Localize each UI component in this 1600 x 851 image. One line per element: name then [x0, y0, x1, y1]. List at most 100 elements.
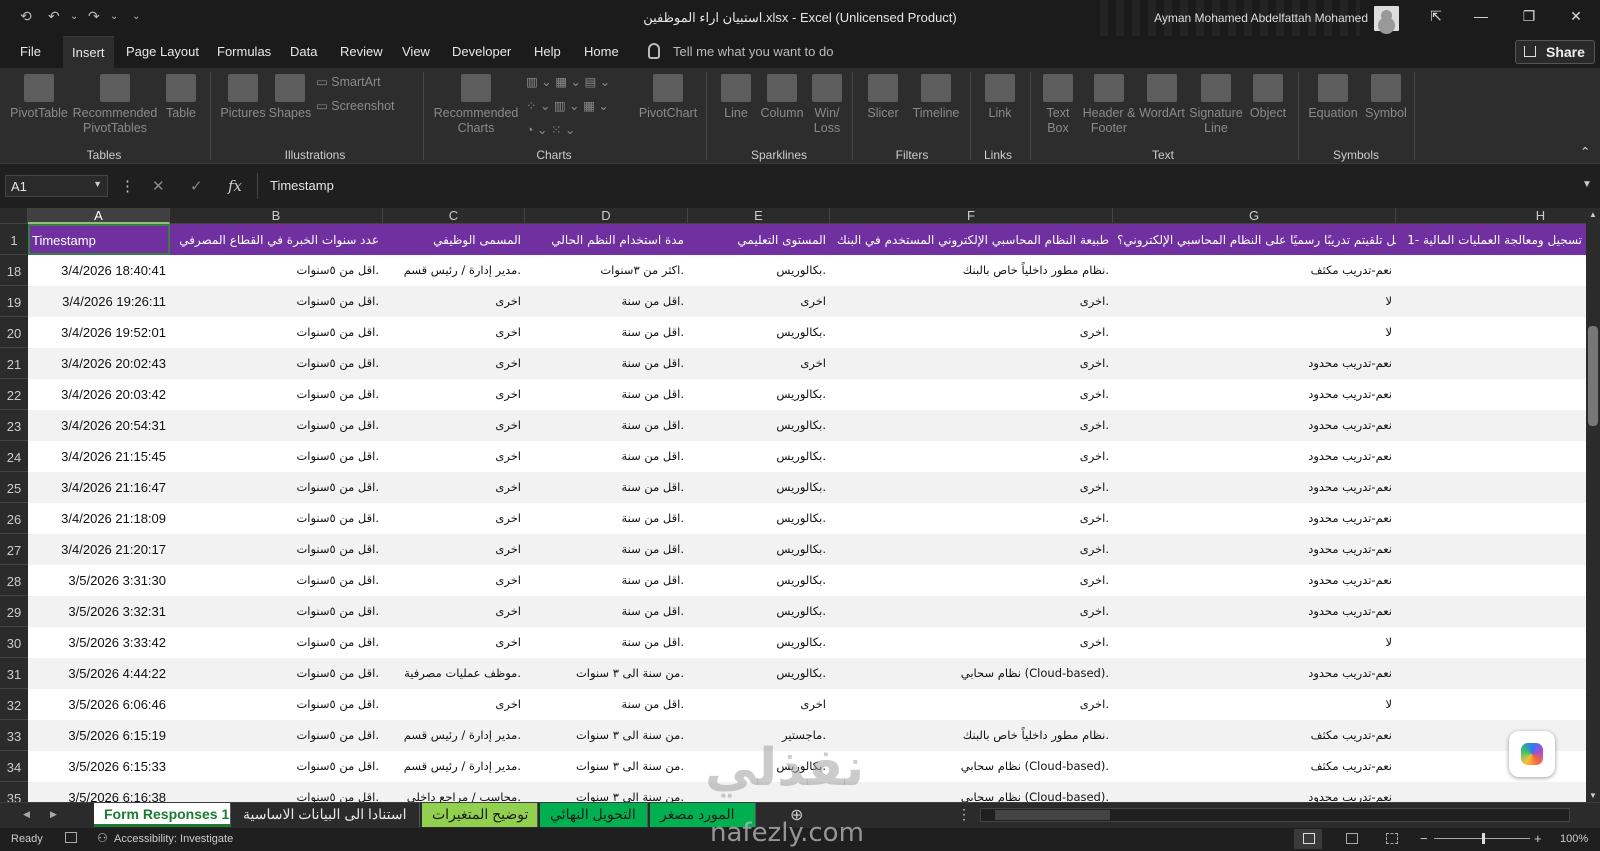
scroll-down-icon[interactable]: ▼	[1589, 791, 1597, 800]
table-cell[interactable]: اقل من سنة.	[525, 348, 688, 379]
column-header-f[interactable]: F	[830, 208, 1113, 224]
more-options-icon[interactable]: ⋮	[120, 177, 135, 195]
row-header[interactable]: 30	[0, 627, 28, 658]
table-row[interactable]: 3/5/2026 3:31:30 اقل من ٥سنوات. اخرى اقل من…	[28, 565, 1586, 596]
timestamp-cell[interactable]: 3/4/2026 19:52:01	[28, 317, 170, 348]
sparkline-line-button[interactable]: Line	[716, 74, 756, 121]
table-cell[interactable]: نعم-تدريب مكثف	[1113, 751, 1396, 782]
table-cell[interactable]: اقل من سنة.	[525, 472, 688, 503]
table-cell[interactable]: اخرى.	[830, 565, 1113, 596]
link-button[interactable]: Link	[978, 74, 1022, 121]
scroll-up-icon[interactable]: ▲	[1589, 210, 1597, 219]
row-header[interactable]: 22	[0, 379, 28, 410]
table-row[interactable]: 3/4/2026 20:02:43 اقل من ٥سنوات. اخرى اقل م…	[28, 348, 1586, 379]
timestamp-cell[interactable]: 3/4/2026 21:16:47	[28, 472, 170, 503]
macro-record-icon[interactable]	[65, 832, 77, 843]
table-cell[interactable]: مدير إدارة / رئيس قسم.	[383, 751, 525, 782]
table-cell[interactable]: اخرى	[383, 348, 525, 379]
timestamp-cell[interactable]: 3/5/2026 3:31:30	[28, 565, 170, 596]
table-cell[interactable]: اقل من ٥سنوات.	[170, 348, 383, 379]
ribbon-display-icon[interactable]: ⇱	[1426, 8, 1446, 25]
table-cell[interactable]: اخرى	[383, 503, 525, 534]
timestamp-cell[interactable]: 3/4/2026 20:02:43	[28, 348, 170, 379]
table-cell[interactable]: نظام سحابي (Cloud-based).	[830, 751, 1113, 782]
tab-page-layout[interactable]: Page Layout	[126, 44, 199, 59]
symbol-button[interactable]: Symbol	[1362, 74, 1410, 121]
next-sheet-icon[interactable]: ▶	[50, 809, 57, 820]
sheet-tab[interactable]: التحويل النهائي	[540, 803, 648, 827]
column-header-a[interactable]: A	[28, 208, 170, 224]
table-cell[interactable]: اقل من ٥سنوات.	[170, 565, 383, 596]
name-box-dropdown-icon[interactable]: ▼	[93, 179, 102, 189]
table-cell[interactable]: لا	[1113, 689, 1396, 720]
zoom-level[interactable]: 100%	[1560, 833, 1588, 845]
tab-developer[interactable]: Developer	[452, 44, 511, 59]
table-cell[interactable]: اقل من ٥سنوات.	[170, 410, 383, 441]
tab-file[interactable]: File	[20, 44, 41, 59]
row-header[interactable]: 27	[0, 534, 28, 565]
smartart-button[interactable]: ▭ SmartArt	[316, 74, 381, 89]
table-cell[interactable]: اخرى	[383, 596, 525, 627]
table-cell[interactable]: بكالوريس.	[688, 627, 830, 658]
copilot-icon[interactable]	[1509, 731, 1555, 777]
timestamp-cell[interactable]: 3/5/2026 4:44:22	[28, 658, 170, 689]
header-cell[interactable]: عدد سنوات الخبرة في القطاع المصرفي	[170, 224, 383, 255]
timestamp-cell[interactable]: 3/5/2026 3:33:42	[28, 627, 170, 658]
table-row[interactable]: 3/4/2026 20:03:42 اقل من ٥سنوات. اخرى اقل م…	[28, 379, 1586, 410]
table-cell[interactable]: موظف عمليات مصرفية.	[383, 658, 525, 689]
page-break-view-icon[interactable]	[1386, 833, 1398, 844]
table-cell[interactable]: اخرى	[383, 534, 525, 565]
header-cell[interactable]: هل تلقيتم تدريبًا رسميًا على النظام المح…	[1113, 224, 1396, 255]
tab-insert[interactable]: Insert	[63, 36, 114, 68]
sparkline-column-button[interactable]: Column	[758, 74, 806, 121]
row-header[interactable]: 26	[0, 503, 28, 534]
vertical-scrollbar[interactable]: ▲ ▼	[1586, 208, 1600, 802]
table-cell[interactable]: اقل من سنة.	[525, 565, 688, 596]
restore-icon[interactable]: ❐	[1519, 8, 1539, 25]
table-row[interactable]: 3/4/2026 18:40:41 اقل من ٥سنوات. مدير إدار…	[28, 255, 1586, 286]
zoom-slider-thumb[interactable]	[1482, 833, 1485, 844]
cancel-icon[interactable]: ✕	[152, 177, 165, 195]
table-row[interactable]: 3/5/2026 6:06:46 اقل من ٥سنوات. اخرى اقل من…	[28, 689, 1586, 720]
table-row[interactable]: 3/4/2026 21:20:17 اقل من ٥سنوات. اخرى اقل م…	[28, 534, 1586, 565]
table-cell[interactable]: اخرى.	[830, 534, 1113, 565]
timestamp-cell[interactable]: 3/4/2026 20:03:42	[28, 379, 170, 410]
table-cell[interactable]: اخرى	[383, 317, 525, 348]
column-header-c[interactable]: C	[383, 208, 525, 224]
table-cell[interactable]: مدير إدارة / رئيس قسم.	[383, 255, 525, 286]
scatter-chart-icon[interactable]: ⁘ ⌄ ▥ ⌄ ▦ ⌄	[526, 98, 609, 113]
table-cell[interactable]: لا	[1113, 317, 1396, 348]
tab-view[interactable]: View	[402, 44, 430, 59]
timestamp-cell[interactable]: 3/4/2026 20:54:31	[28, 410, 170, 441]
timestamp-cell[interactable]: 3/5/2026 6:15:19	[28, 720, 170, 751]
prev-sheet-icon[interactable]: ◀	[23, 809, 30, 820]
table-cell[interactable]: نعم-تدريب محدود	[1113, 379, 1396, 410]
timestamp-cell[interactable]: 3/5/2026 6:15:33	[28, 751, 170, 782]
table-cell[interactable]: اقل من سنة.	[525, 317, 688, 348]
table-cell[interactable]: اقل من ٥سنوات.	[170, 689, 383, 720]
table-row[interactable]: 3/5/2026 4:44:22 اقل من ٥سنوات. موظف عمليا…	[28, 658, 1586, 689]
status-accessibility[interactable]: Accessibility: Investigate	[114, 833, 233, 845]
row-header[interactable]: 19	[0, 286, 28, 317]
table-cell[interactable]: اقل من سنة.	[525, 286, 688, 317]
pivotchart-button[interactable]: PivotChart	[638, 74, 698, 121]
table-cell[interactable]: بكالوريس.	[688, 534, 830, 565]
pivottable-button[interactable]: PivotTable	[8, 74, 70, 121]
table-cell[interactable]: اقل من ٥سنوات.	[170, 720, 383, 751]
timestamp-cell[interactable]: 3/5/2026 6:06:46	[28, 689, 170, 720]
user-name[interactable]: Ayman Mohamed Abdelfattah Mohamed	[1154, 11, 1368, 25]
table-cell[interactable]: بكالوريس.	[688, 565, 830, 596]
table-cell[interactable]: نظام مطور داخلياً خاص بالبنك.	[830, 255, 1113, 286]
wordart-button[interactable]: WordArt	[1138, 74, 1186, 121]
table-cell[interactable]: اقل من ٥سنوات.	[170, 472, 383, 503]
table-cell[interactable]: بكالوريس.	[688, 472, 830, 503]
row-header[interactable]: 24	[0, 441, 28, 472]
table-row[interactable]: 3/4/2026 21:16:47 اقل من ٥سنوات. اخرى اقل م…	[28, 472, 1586, 503]
object-button[interactable]: Object	[1244, 74, 1292, 121]
table-cell[interactable]: اقل من ٥سنوات.	[170, 534, 383, 565]
table-row[interactable]: 3/5/2026 3:32:31 اقل من ٥سنوات. اخرى اقل من…	[28, 596, 1586, 627]
table-cell[interactable]: اقل من ٥سنوات.	[170, 782, 383, 802]
table-cell[interactable]: اخرى.	[830, 503, 1113, 534]
table-cell[interactable]: لا	[1113, 286, 1396, 317]
column-chart-icon[interactable]: ▥ ⌄ ▦ ⌄ ▤ ⌄	[526, 74, 610, 89]
